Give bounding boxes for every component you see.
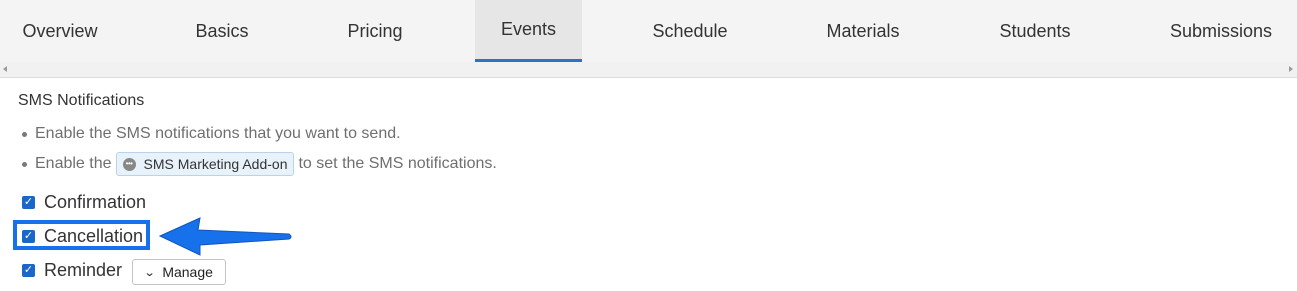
scroll-right-icon[interactable]: [1289, 66, 1293, 72]
bullet-icon: [22, 161, 27, 167]
tab-basics[interactable]: Basics: [162, 0, 282, 62]
tab-overview[interactable]: Overview: [0, 0, 120, 62]
note-prefix: Enable the: [35, 155, 112, 172]
tab-label: Overview: [22, 20, 98, 41]
manage-label: Manage: [162, 264, 213, 280]
tab-label: Basics: [195, 20, 249, 41]
tab-bar: Overview Basics Pricing Events Schedule …: [0, 0, 1297, 62]
pointer-arrow-icon: [158, 217, 292, 256]
note-text: Enable the SMS notifications that you wa…: [35, 125, 401, 142]
tab-label: Events: [500, 19, 557, 39]
chat-bubble-icon: •••: [122, 157, 136, 171]
bullet-icon: [22, 131, 27, 137]
tab-students[interactable]: Students: [975, 0, 1095, 62]
manage-button[interactable]: ⌄ Manage: [132, 259, 226, 285]
option-label: Cancellation: [44, 226, 144, 246]
horizontal-scrollbar[interactable]: [0, 62, 1297, 78]
tab-label: Pricing: [347, 20, 403, 41]
tab-label: Materials: [826, 20, 900, 41]
tab-label: Students: [999, 20, 1071, 41]
sms-marketing-addon-link[interactable]: ••• SMS Marketing Add-on: [115, 152, 295, 176]
tab-label: Submissions: [1169, 20, 1273, 41]
note-suffix: to set the SMS notifications.: [298, 155, 497, 172]
confirmation-option: ✓ Confirmation: [22, 192, 146, 213]
confirmation-checkbox[interactable]: ✓: [22, 196, 35, 209]
addon-label: SMS Marketing Add-on: [143, 156, 288, 172]
tab-schedule[interactable]: Schedule: [630, 0, 750, 62]
scroll-left-icon[interactable]: [3, 66, 7, 72]
tab-events[interactable]: Events: [475, 0, 582, 62]
section-title: SMS Notifications: [18, 92, 145, 109]
tab-pricing[interactable]: Pricing: [315, 0, 435, 62]
tab-label: Schedule: [652, 20, 728, 41]
info-note: Enable the ••• SMS Marketing Add-on to s…: [18, 152, 497, 176]
option-label: Reminder: [44, 260, 123, 280]
chevron-down-icon: ⌄: [143, 266, 156, 279]
reminder-checkbox[interactable]: ✓: [22, 264, 35, 277]
tab-submissions[interactable]: Submissions: [1150, 0, 1292, 62]
cancellation-checkbox[interactable]: ✓: [22, 230, 35, 243]
tab-materials[interactable]: Materials: [803, 0, 923, 62]
option-label: Confirmation: [44, 192, 147, 212]
cancellation-option: ✓ Cancellation: [22, 226, 143, 247]
reminder-option: ✓ Reminder: [22, 260, 122, 281]
info-note: Enable the SMS notifications that you wa…: [18, 125, 401, 143]
